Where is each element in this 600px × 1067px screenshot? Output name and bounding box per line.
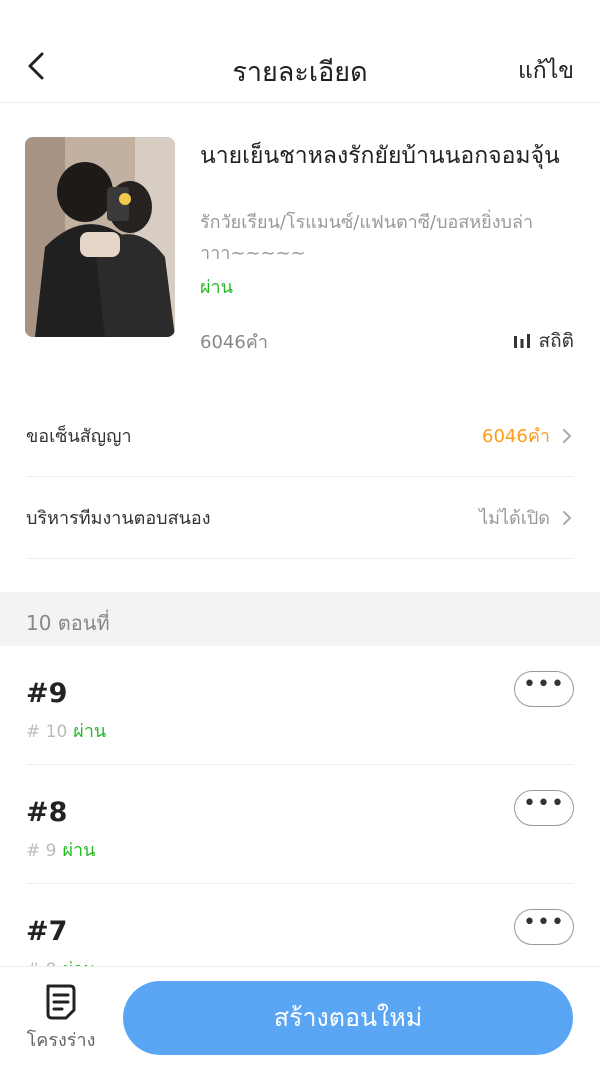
episode-title: #9 bbox=[26, 678, 68, 709]
contract-label: ขอเซ็นสัญญา bbox=[26, 426, 132, 447]
ellipsis-icon: ••• bbox=[523, 910, 565, 935]
chevron-right-icon bbox=[563, 510, 571, 525]
episodes-count: 10 ตอนที่ bbox=[26, 611, 110, 635]
team-response-value: ไม่ได้เปิด bbox=[479, 508, 550, 529]
episode-row[interactable]: #9 # 10 ผ่าน ••• bbox=[26, 646, 574, 765]
draft-label: โครงร่าง bbox=[26, 1030, 96, 1051]
episode-status: ผ่าน bbox=[73, 721, 107, 742]
document-icon bbox=[46, 984, 76, 1020]
more-options-button[interactable]: ••• bbox=[514, 790, 574, 826]
bar-chart-icon bbox=[513, 334, 530, 348]
episodes-section-header: 10 ตอนที่ bbox=[0, 592, 600, 646]
book-cover-image bbox=[25, 137, 175, 337]
episode-row[interactable]: #8 # 9 ผ่าน ••• bbox=[26, 765, 574, 884]
episode-meta: # 9 ผ่าน bbox=[26, 835, 95, 864]
stats-label: สถิติ bbox=[538, 330, 574, 352]
ellipsis-icon: ••• bbox=[523, 791, 565, 816]
more-options-button[interactable]: ••• bbox=[514, 671, 574, 707]
episode-title: #8 bbox=[26, 797, 68, 828]
more-options-button[interactable]: ••• bbox=[514, 909, 574, 945]
page-title: รายละเอียด bbox=[232, 57, 368, 88]
book-status: ผ่าน bbox=[200, 277, 233, 298]
contract-row[interactable]: ขอเซ็นสัญญา 6046คำ bbox=[26, 395, 574, 477]
book-tags: รักวัยเรียน/โรแมนซ์/แฟนตาซี/บอสหยิ่งบล่า… bbox=[200, 212, 534, 264]
episode-status: ผ่าน bbox=[62, 840, 96, 861]
episode-number: # 9 bbox=[26, 841, 57, 861]
draft-button[interactable]: โครงร่าง bbox=[18, 983, 104, 1054]
episode-number: # 10 bbox=[26, 722, 68, 742]
book-title: นายเย็นชาหลงรักยัยบ้านนอกจอมจุ้น bbox=[200, 143, 560, 169]
episode-title: #7 bbox=[26, 916, 68, 947]
top-header: รายละเอียด แก้ไข bbox=[0, 0, 600, 103]
team-response-row[interactable]: บริหารทีมงานตอบสนอง ไม่ได้เปิด bbox=[26, 477, 574, 559]
book-word-count: 6046คำ bbox=[200, 332, 268, 353]
chevron-right-icon bbox=[563, 428, 571, 443]
team-response-label: บริหารทีมงานตอบสนอง bbox=[26, 508, 211, 529]
episode-meta: # 10 ผ่าน bbox=[26, 716, 106, 745]
create-episode-button[interactable]: สร้างตอนใหม่ bbox=[123, 981, 573, 1055]
stats-button[interactable]: สถิติ bbox=[513, 326, 574, 356]
contract-value: 6046คำ bbox=[482, 426, 550, 447]
ellipsis-icon: ••• bbox=[523, 672, 565, 697]
edit-button[interactable]: แก้ไข bbox=[518, 53, 574, 89]
bottom-bar: โครงร่าง สร้างตอนใหม่ bbox=[0, 966, 600, 1067]
